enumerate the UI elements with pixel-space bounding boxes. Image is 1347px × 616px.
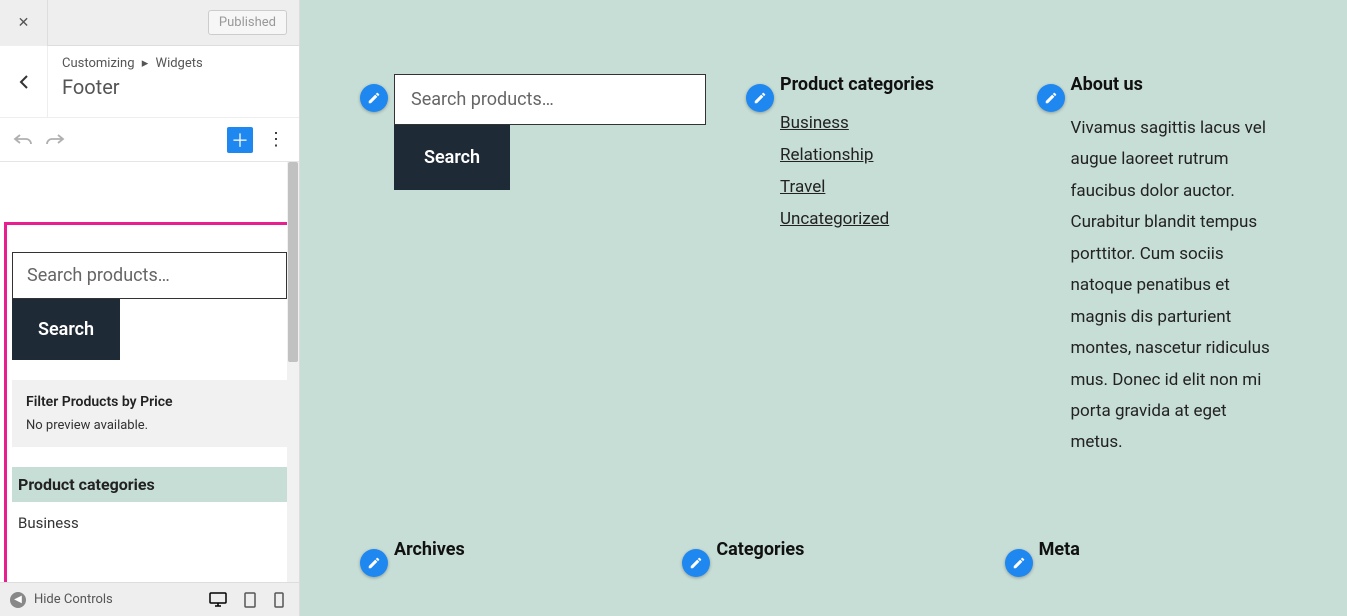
chevron-left-icon xyxy=(18,74,30,90)
footer-col-about: About us Vivamus sagittis lacus vel augu… xyxy=(1037,74,1288,459)
pencil-icon xyxy=(689,556,703,570)
panel-scrollbar[interactable] xyxy=(287,162,299,582)
hide-controls-label: Hide Controls xyxy=(34,592,113,607)
edit-widget-button[interactable] xyxy=(360,84,388,112)
mobile-icon xyxy=(273,592,285,608)
list-item: Uncategorized xyxy=(780,209,997,229)
editor-toolbar: ＋ ⋮ xyxy=(0,118,299,162)
widget-search[interactable]: Search products… Search xyxy=(12,252,287,360)
footer-row-1: Search products… Search Product categori… xyxy=(300,0,1347,459)
pcats-item: Business xyxy=(12,502,287,532)
publish-status-button[interactable]: Published xyxy=(208,10,287,35)
back-button[interactable] xyxy=(0,46,48,117)
edit-widget-button[interactable] xyxy=(682,549,710,577)
categories-heading: Categories xyxy=(716,539,964,560)
device-desktop-button[interactable] xyxy=(209,592,227,608)
collapse-left-icon: ◀ xyxy=(10,592,26,608)
pcats-title: Product categories xyxy=(12,467,287,502)
breadcrumb-separator-icon: ▸ xyxy=(138,56,153,71)
preview-search-button[interactable]: Search xyxy=(394,125,510,190)
plus-icon: ＋ xyxy=(231,127,249,153)
panel-footer: ◀ Hide Controls xyxy=(0,582,299,616)
site-preview: Search products… Search Product categori… xyxy=(300,0,1347,616)
pcats-link[interactable]: Relationship xyxy=(780,145,873,165)
device-mobile-button[interactable] xyxy=(273,592,285,608)
breadcrumb-parent: Widgets xyxy=(156,56,203,71)
undo-button[interactable] xyxy=(10,127,36,153)
footer-col-search: Search products… Search xyxy=(360,74,706,459)
close-customizer-button[interactable]: ✕ xyxy=(0,0,48,46)
pcats-link[interactable]: Travel xyxy=(780,177,825,197)
filter-no-preview: No preview available. xyxy=(26,418,273,433)
desktop-icon xyxy=(209,592,227,608)
list-item: Travel xyxy=(780,177,997,197)
redo-button[interactable] xyxy=(42,127,68,153)
panel-scrollbar-thumb[interactable] xyxy=(288,162,298,362)
device-preview-switcher xyxy=(195,592,299,608)
widget-list: Search products… Search Filter Products … xyxy=(0,162,299,582)
add-block-button[interactable]: ＋ xyxy=(227,127,253,153)
pcats-link[interactable]: Business xyxy=(780,113,849,133)
kebab-icon: ⋮ xyxy=(267,129,285,150)
widget-filter-by-price[interactable]: Filter Products by Price No preview avai… xyxy=(12,380,287,447)
about-text: Vivamus sagittis lacus vel augue laoreet… xyxy=(1071,113,1281,459)
footer-col-archives: Archives xyxy=(360,539,642,578)
pencil-icon xyxy=(1044,91,1058,105)
pcats-heading: Product categories xyxy=(780,74,997,95)
preview-search-input[interactable]: Search products… xyxy=(394,74,706,125)
footer-col-categories: Categories xyxy=(682,539,964,578)
about-heading: About us xyxy=(1071,74,1288,95)
edit-widget-button[interactable] xyxy=(746,84,774,112)
search-input[interactable]: Search products… xyxy=(12,252,287,299)
breadcrumb-root: Customizing xyxy=(62,56,135,71)
list-item: Relationship xyxy=(780,145,997,165)
pcats-link[interactable]: Uncategorized xyxy=(780,209,889,229)
breadcrumb-path: Customizing ▸ Widgets xyxy=(62,56,285,71)
footer-col-pcats: Product categories Business Relationship… xyxy=(746,74,997,459)
footer-row-2: Archives Categories Meta xyxy=(300,459,1347,578)
device-tablet-button[interactable] xyxy=(243,592,257,608)
search-button[interactable]: Search xyxy=(12,299,120,360)
pencil-icon xyxy=(1012,556,1026,570)
edit-widget-button[interactable] xyxy=(1005,549,1033,577)
customizer-panel: ✕ Published Customizing ▸ Widgets Footer… xyxy=(0,0,300,616)
hide-controls-button[interactable]: ◀ Hide Controls xyxy=(0,592,195,608)
pencil-icon xyxy=(367,556,381,570)
tablet-icon xyxy=(243,592,257,608)
edit-widget-button[interactable] xyxy=(1037,84,1065,112)
filter-title: Filter Products by Price xyxy=(26,394,273,410)
pencil-icon xyxy=(367,91,381,105)
list-item: Business xyxy=(780,113,997,133)
panel-top-bar: ✕ Published xyxy=(0,0,299,46)
edit-widget-button[interactable] xyxy=(360,549,388,577)
breadcrumb: Customizing ▸ Widgets Footer xyxy=(0,46,299,118)
meta-heading: Meta xyxy=(1039,539,1287,560)
more-options-button[interactable]: ⋮ xyxy=(263,127,289,153)
pencil-icon xyxy=(753,91,767,105)
footer-col-meta: Meta xyxy=(1005,539,1287,578)
archives-heading: Archives xyxy=(394,539,642,560)
widget-product-categories[interactable]: Product categories Business xyxy=(12,467,287,532)
breadcrumb-title: Footer xyxy=(62,75,285,99)
pcats-list: Business Relationship Travel Uncategoriz… xyxy=(780,113,997,229)
